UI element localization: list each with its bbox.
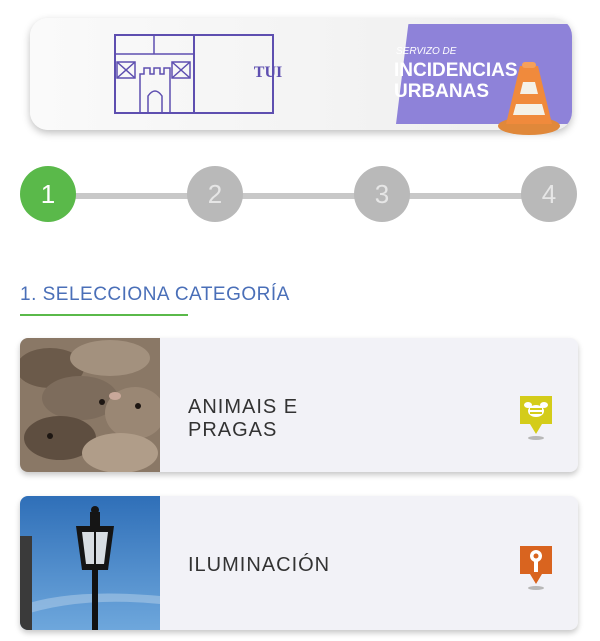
step-2[interactable]: 2	[187, 166, 243, 222]
logo-text: TUI	[253, 64, 283, 81]
category-label-line2: PRAGAS	[188, 419, 278, 441]
category-card-animais[interactable]: ANIMAIS E PRAGAS	[20, 338, 578, 472]
streetlight-icon	[520, 546, 552, 590]
section-title: 1. SELECCIONA CATEGORÍA	[20, 284, 290, 305]
rats-photo	[20, 338, 160, 472]
section-underline	[20, 314, 188, 316]
step-3[interactable]: 3	[354, 166, 410, 222]
category-label: ANIMAIS E PRAGAS	[188, 396, 298, 442]
category-label-line1: ILUMINACIÓN	[188, 554, 331, 576]
category-card-iluminacion[interactable]: ILUMINACIÓN	[20, 496, 578, 630]
streetlight-photo	[20, 496, 160, 630]
step-4[interactable]: 4	[521, 166, 577, 222]
progress-stepper: 1 2 3 4	[18, 166, 580, 224]
category-label-line1: ANIMAIS E	[188, 396, 299, 418]
category-label: ILUMINACIÓN	[188, 554, 330, 577]
service-subtitle: SERVIZO DE	[396, 46, 457, 57]
traffic-cone-icon	[498, 62, 560, 135]
stepper-track	[48, 193, 550, 199]
bee-icon	[520, 396, 552, 440]
step-1[interactable]: 1	[20, 166, 76, 222]
